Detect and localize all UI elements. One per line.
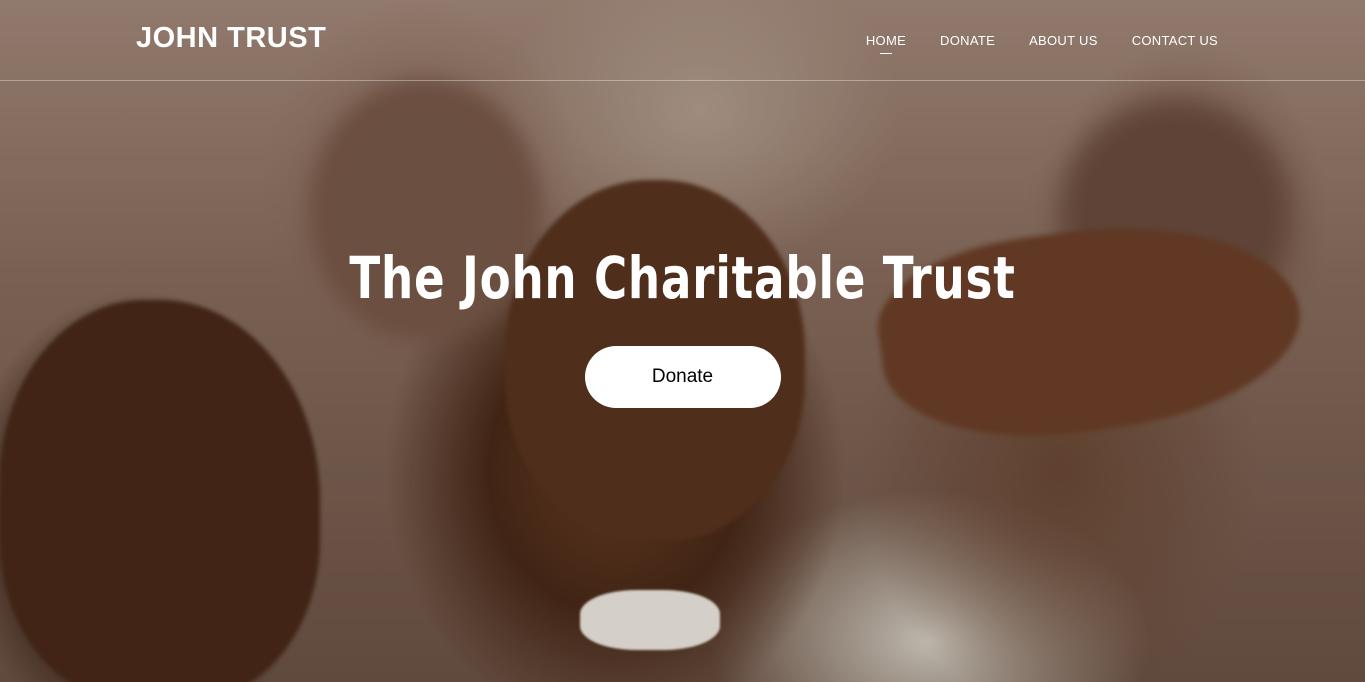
hero-title: The John Charitable Trust xyxy=(349,244,1016,312)
top-navbar: JOHN TRUST HOME DONATE ABOUT US CONTACT … xyxy=(0,0,1365,81)
nav-menu: HOME DONATE ABOUT US CONTACT US xyxy=(866,33,1218,48)
nav-link-home[interactable]: HOME xyxy=(866,33,906,48)
nav-link-about-us[interactable]: ABOUT US xyxy=(1029,33,1098,48)
donate-button[interactable]: Donate xyxy=(584,346,781,408)
hero-background-image-detail xyxy=(580,590,720,650)
site-logo[interactable]: JOHN TRUST xyxy=(136,22,326,55)
hero-content: The John Charitable Trust Donate xyxy=(0,242,1365,408)
hero-section: JOHN TRUST HOME DONATE ABOUT US CONTACT … xyxy=(0,0,1365,682)
nav-link-donate[interactable]: DONATE xyxy=(940,33,995,48)
nav-link-contact-us[interactable]: CONTACT US xyxy=(1132,33,1218,48)
